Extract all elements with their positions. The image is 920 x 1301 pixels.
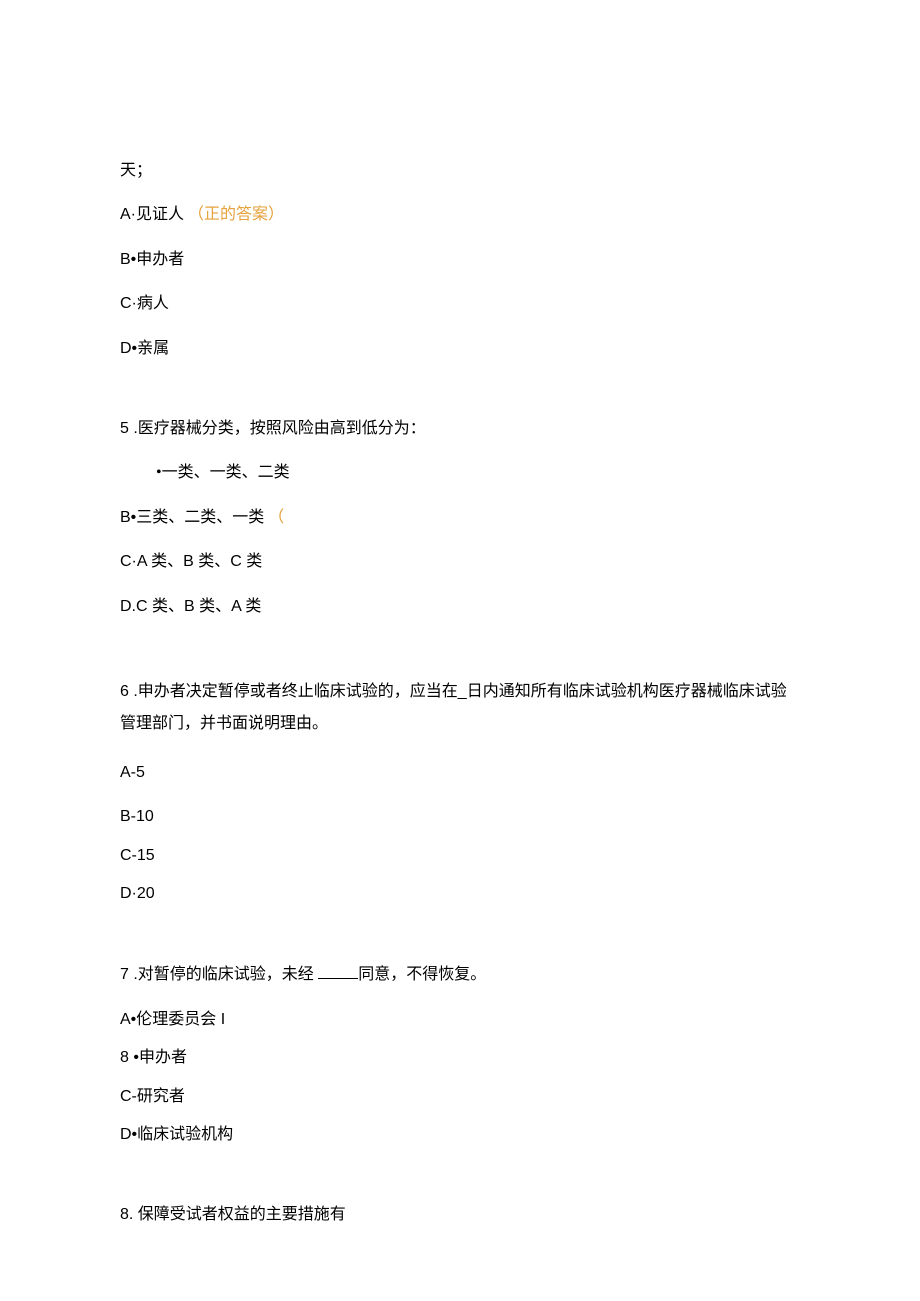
- q4-opt-d: D•亲属: [120, 338, 800, 360]
- stem-pre: 7 .对暂停的临床试验，未经: [120, 966, 318, 983]
- q7-stem: 7 .对暂停的临床试验，未经 同意，不得恢复。: [120, 963, 800, 986]
- answer-hint: （: [268, 509, 284, 526]
- q4-opt-c: C·病人: [120, 293, 800, 315]
- q7-opt-d: D•临床试验机构: [120, 1124, 800, 1146]
- q4-tail: 天；: [120, 160, 800, 182]
- q6-opt-b: B-10: [120, 806, 800, 828]
- q6-stem: 6 .申办者决定暂停或者终止临床试验的，应当在_日内通知所有临床试验机构医疗器械…: [120, 676, 800, 740]
- q5-opt-b: B•三类、二类、一类 （: [120, 507, 800, 529]
- q4-opt-a: A·见证人 （正的答案）: [120, 204, 800, 226]
- question-5: 5 .医疗器械分类，按照风险由高到低分为： •一类、一类、二类 B•三类、二类、…: [120, 418, 800, 618]
- q4-opt-b: B•申办者: [120, 249, 800, 271]
- q7-opt-c: C-研究者: [120, 1086, 800, 1108]
- document-page: 天； A·见证人 （正的答案） B•申办者 C·病人 D•亲属 5 .医疗器械分…: [120, 160, 800, 1227]
- question-7: 7 .对暂停的临床试验，未经 同意，不得恢复。 A•伦理委员会 I 8 •申办者…: [120, 963, 800, 1146]
- stem-post: 同意，不得恢复。: [358, 966, 486, 983]
- question-8: 8. 保障受试者权益的主要措施有: [120, 1204, 800, 1226]
- answer-hint: （正的答案）: [188, 206, 284, 223]
- q8-stem: 8. 保障受试者权益的主要措施有: [120, 1204, 800, 1226]
- opt-text: A·见证人: [120, 206, 184, 223]
- q5-opt-a: •一类、一类、二类: [120, 462, 800, 484]
- q5-stem: 5 .医疗器械分类，按照风险由高到低分为：: [120, 418, 800, 440]
- q6-opt-d: D·20: [120, 883, 800, 905]
- q5-opt-c: C·A 类、B 类、C 类: [120, 551, 800, 573]
- q7-opt-a: A•伦理委员会 I: [120, 1009, 800, 1031]
- q5-opt-d: D.C 类、B 类、A 类: [120, 596, 800, 618]
- q6-opt-a: A-5: [120, 762, 800, 784]
- opt-text: B•三类、二类、一类: [120, 509, 264, 526]
- q7-opt-b: 8 •申办者: [120, 1047, 800, 1069]
- question-6: 6 .申办者决定暂停或者终止临床试验的，应当在_日内通知所有临床试验机构医疗器械…: [120, 676, 800, 906]
- blank-field: [318, 963, 358, 979]
- q6-opt-c: C-15: [120, 845, 800, 867]
